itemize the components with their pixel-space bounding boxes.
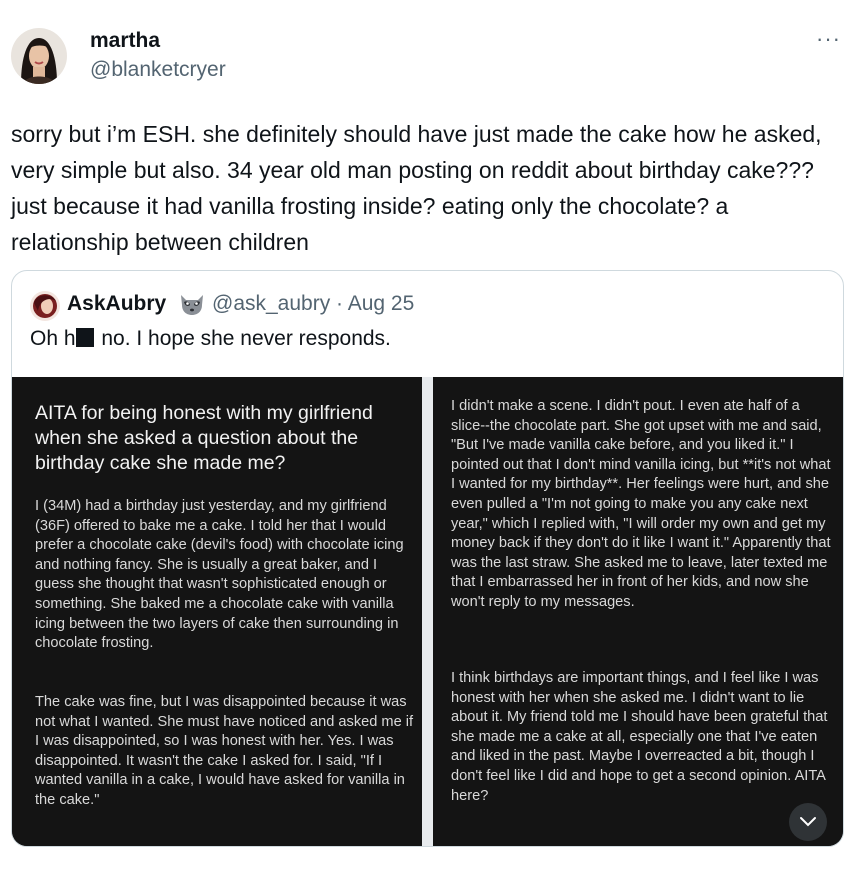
media-panel-right[interactable]: I didn't make a scene. I didn't pout. I … xyxy=(433,377,843,846)
media-panel-left[interactable]: AITA for being honest with my girlfriend… xyxy=(12,377,422,846)
quote-meta[interactable]: @ask_aubry · Aug 25 xyxy=(212,292,414,316)
screenshot-media[interactable]: AITA for being honest with my girlfriend… xyxy=(12,377,843,846)
more-dots-icon[interactable]: ··· xyxy=(816,28,841,50)
quote-text-start: Oh h xyxy=(30,327,76,350)
media-divider xyxy=(422,377,433,846)
quote-display-name[interactable]: AskAubry xyxy=(67,292,166,316)
quote-text: Oh h no. I hope she never responds. xyxy=(30,327,391,351)
post-paragraph: I didn't make a scene. I didn't pout. I … xyxy=(451,398,831,610)
post-paragraph: I (34M) had a birthday just yesterday, a… xyxy=(35,498,404,652)
quote-text-end: no. I hope she never responds. xyxy=(95,327,391,350)
avatar[interactable] xyxy=(11,28,67,84)
raccoon-icon xyxy=(177,291,207,317)
post-paragraph: The cake was fine, but I was disappointe… xyxy=(35,694,414,808)
user-handle[interactable]: @blanketcryer xyxy=(90,58,226,82)
post-title: AITA for being honest with my girlfriend… xyxy=(35,402,373,474)
tweet-text: sorry but i’m ESH. she definitely should… xyxy=(11,121,822,255)
chevron-down-icon[interactable] xyxy=(789,803,827,841)
quote-avatar[interactable] xyxy=(30,291,60,321)
quoted-tweet[interactable]: AskAubry @ask_aubry · Aug 25 Oh h no. I … xyxy=(11,270,844,847)
display-name[interactable]: martha xyxy=(90,29,160,53)
post-paragraph: I think birthdays are important things, … xyxy=(451,670,828,804)
redaction-block xyxy=(75,328,94,347)
